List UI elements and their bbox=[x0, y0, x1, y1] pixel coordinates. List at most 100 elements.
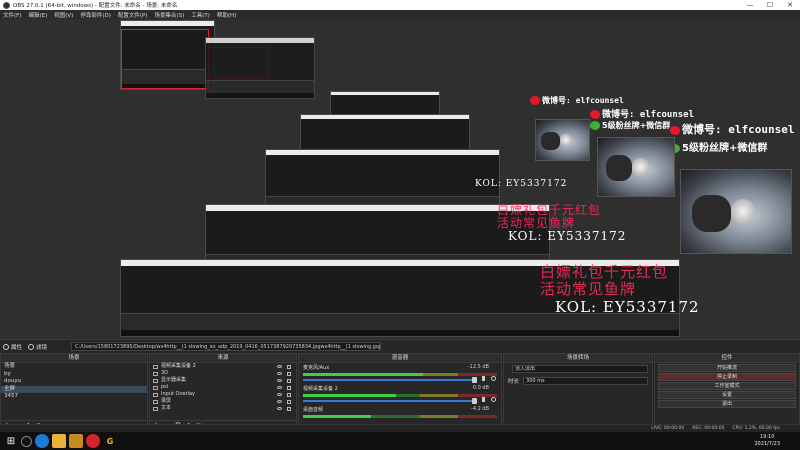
channel-name: 桌面音频 bbox=[303, 407, 324, 413]
menu-docks[interactable]: 停靠部件(D) bbox=[80, 11, 111, 19]
eye-icon[interactable] bbox=[277, 379, 282, 382]
duration-label: 时长 bbox=[508, 379, 520, 385]
status-bar: LIVE: 00:00:00 REC: 00:00:00 CPU: 1.2%, … bbox=[0, 424, 800, 432]
game-app-icon[interactable]: G bbox=[103, 434, 117, 448]
fans-line: 5级粉丝牌+微信群 bbox=[670, 139, 767, 154]
eye-icon[interactable] bbox=[277, 372, 282, 375]
media-app-icon[interactable] bbox=[69, 434, 83, 448]
cpu-status: CPU: 1.2%, 60.00 fps bbox=[732, 426, 781, 431]
scene-item[interactable]: douyu bbox=[1, 378, 147, 386]
source-item[interactable]: 文本 bbox=[150, 405, 296, 412]
speaker-icon[interactable] bbox=[482, 397, 487, 402]
preview-canvas[interactable]: 微博号: elfcounsel 微博号: elfcounsel 5级粉丝牌+微信… bbox=[0, 19, 800, 339]
close-button[interactable]: ✕ bbox=[780, 0, 800, 10]
menu-edit[interactable]: 编辑(E) bbox=[28, 11, 47, 19]
netease-music-icon[interactable] bbox=[86, 434, 100, 448]
exit-button[interactable]: 退出 bbox=[658, 400, 796, 408]
source-item[interactable]: 视频采集设备 2 bbox=[150, 363, 296, 370]
gear-icon[interactable] bbox=[491, 376, 496, 381]
selection-box[interactable] bbox=[121, 29, 209, 89]
lock-icon[interactable] bbox=[287, 364, 291, 369]
kol-code: KOL: EY5337172 bbox=[555, 298, 700, 316]
menu-file[interactable]: 文件(F) bbox=[3, 11, 21, 19]
scene-item[interactable]: by bbox=[1, 371, 147, 379]
studio-mode-button[interactable]: 工作室模式 bbox=[658, 382, 796, 390]
edge-browser-icon[interactable] bbox=[35, 434, 49, 448]
search-icon[interactable] bbox=[21, 435, 32, 447]
channel-db: 0.0 dB bbox=[472, 385, 489, 391]
lock-icon[interactable] bbox=[287, 371, 291, 376]
monitor-icon bbox=[153, 378, 158, 383]
lock-icon[interactable] bbox=[287, 378, 291, 383]
source-item[interactable]: Input Overlay bbox=[150, 391, 296, 398]
eye-icon[interactable] bbox=[277, 386, 282, 389]
properties-button[interactable]: 属性 bbox=[3, 343, 22, 351]
source-item[interactable]: 显示器采集 bbox=[150, 377, 296, 384]
settings-button[interactable]: 设置 bbox=[658, 391, 796, 399]
channel-db: -12.5 dB bbox=[467, 364, 489, 370]
sources-dock: 来源 视频采集设备 2 3D 显示器采集 psl Input Overlay 录… bbox=[149, 353, 297, 430]
menu-profile[interactable]: 配置文件(P) bbox=[118, 11, 148, 19]
filters-button[interactable]: 滤镜 bbox=[28, 343, 47, 351]
camera-photo bbox=[597, 137, 675, 197]
transition-duration-row: 时长 300 ms bbox=[504, 375, 652, 387]
weibo-icon bbox=[530, 96, 540, 105]
lock-icon[interactable] bbox=[287, 399, 291, 404]
volume-meter bbox=[303, 394, 497, 397]
scene-item[interactable]: 场景 bbox=[1, 363, 147, 371]
speaker-icon[interactable] bbox=[482, 376, 487, 381]
keyboard-icon bbox=[153, 392, 158, 397]
lock-icon[interactable] bbox=[287, 392, 291, 397]
transitions-title: 场景转场 bbox=[504, 354, 652, 363]
menu-view[interactable]: 视图(V) bbox=[54, 11, 73, 19]
source-item[interactable]: 3D bbox=[150, 370, 296, 377]
camera-photo bbox=[535, 119, 590, 161]
menu-help[interactable]: 帮助(H) bbox=[217, 11, 236, 19]
weibo-handle: 微博号: elfcounsel bbox=[590, 107, 694, 120]
window-icon bbox=[153, 399, 158, 404]
scenes-title: 场景 bbox=[1, 354, 147, 363]
scene-item[interactable]: 全屏 bbox=[1, 385, 147, 393]
text-icon bbox=[153, 406, 158, 411]
weibo-icon bbox=[590, 110, 600, 119]
mixer-channel: 麦克风/Aux -12.5 dB bbox=[299, 363, 501, 384]
windows-start-icon[interactable]: ⊞ bbox=[4, 434, 18, 448]
windows-taskbar: ⊞ G 19:10 2021/7/23 bbox=[0, 432, 800, 450]
source-item[interactable]: psl bbox=[150, 384, 296, 391]
scenes-dock: 场景 场景 by douyu 全屏 3457 + − ∧ ∨ bbox=[0, 353, 148, 430]
lock-icon[interactable] bbox=[287, 385, 291, 390]
clock-time: 19:10 bbox=[759, 434, 775, 440]
mixer-title: 混音器 bbox=[299, 354, 501, 363]
mixer-channel: 视频采集设备 2 0.0 dB bbox=[299, 384, 501, 405]
transition-select[interactable]: 淡入淡出 bbox=[512, 365, 648, 373]
controls-dock: 控件 开始推流 停止录制 工作室模式 设置 退出 bbox=[654, 353, 800, 430]
menu-tools[interactable]: 工具(T) bbox=[191, 11, 210, 19]
duration-input[interactable]: 300 ms bbox=[523, 377, 648, 385]
eye-icon[interactable] bbox=[277, 407, 282, 410]
maximize-button[interactable]: ☐ bbox=[760, 0, 780, 10]
eye-icon[interactable] bbox=[277, 400, 282, 403]
stop-recording-button[interactable]: 停止录制 bbox=[658, 373, 796, 381]
eye-icon[interactable] bbox=[277, 365, 282, 368]
file-explorer-icon[interactable] bbox=[52, 434, 66, 448]
minimize-button[interactable]: — bbox=[740, 0, 760, 10]
filter-icon bbox=[28, 343, 35, 350]
fans-line: 5级粉丝牌+微信群 bbox=[590, 120, 670, 131]
source-toolbar: 属性 滤镜 C:/Users/15801723895/Desktop/ws4ht… bbox=[0, 339, 800, 353]
start-streaming-button[interactable]: 开始推流 bbox=[658, 364, 796, 372]
wechat-icon bbox=[590, 121, 600, 130]
lock-icon[interactable] bbox=[287, 406, 291, 411]
live-status: LIVE: 00:00:00 bbox=[651, 426, 685, 431]
volume-slider[interactable] bbox=[303, 377, 477, 383]
image-path-field[interactable]: C:/Users/15801723895/Desktop/ws4http__(1… bbox=[71, 342, 382, 351]
volume-meter bbox=[303, 373, 497, 376]
volume-slider[interactable] bbox=[303, 398, 477, 404]
weibo-handle: 微博号: elfcounsel bbox=[530, 95, 624, 106]
eye-icon[interactable] bbox=[277, 393, 282, 396]
gear-icon bbox=[3, 343, 9, 350]
gear-icon[interactable] bbox=[491, 397, 496, 402]
menu-scene-collection[interactable]: 场景集合(S) bbox=[154, 11, 184, 19]
channel-name: 视频采集设备 2 bbox=[303, 386, 338, 392]
scene-item[interactable]: 3457 bbox=[1, 393, 147, 401]
source-item[interactable]: 录屏 bbox=[150, 398, 296, 405]
